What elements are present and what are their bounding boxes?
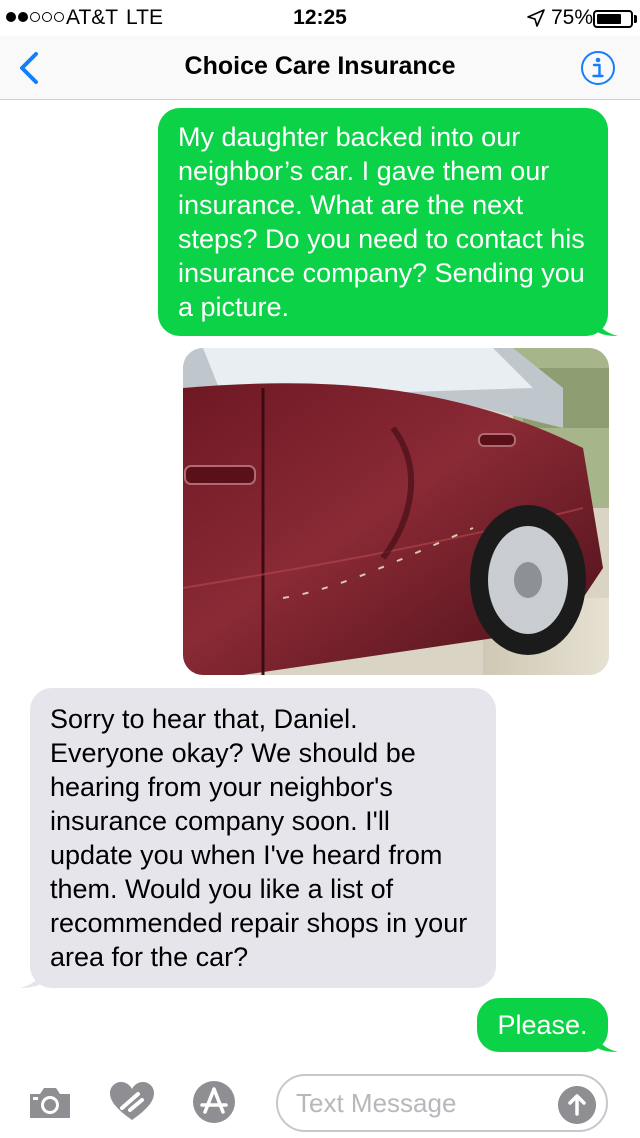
message-input-bar xyxy=(0,1062,640,1138)
conversation-header: Choice Care Insurance xyxy=(0,36,640,100)
location-arrow-icon xyxy=(527,9,545,27)
message-text: My daughter backed into our neighbor’s c… xyxy=(178,122,585,322)
received-message-bubble[interactable]: Sorry to hear that, Daniel. Everyone oka… xyxy=(20,688,496,988)
car-damage-photo[interactable] xyxy=(183,348,609,675)
text-message-field[interactable] xyxy=(276,1074,608,1132)
sent-message-bubble[interactable]: My daughter backed into our neighbor’s c… xyxy=(158,108,618,336)
message-text: Sorry to hear that, Daniel. Everyone oka… xyxy=(50,704,468,972)
bubble-tail xyxy=(592,1026,618,1052)
sent-message-bubble[interactable]: Please. xyxy=(477,998,618,1052)
status-bar: AT&T LTE 12:25 75% xyxy=(0,0,640,36)
camera-icon[interactable] xyxy=(26,1080,74,1124)
contact-name[interactable]: Choice Care Insurance xyxy=(0,52,640,81)
battery-tip xyxy=(634,15,637,23)
battery-level-fill xyxy=(597,14,621,24)
send-arrow-icon[interactable] xyxy=(558,1086,596,1124)
bubble-tail xyxy=(592,310,618,336)
battery-percent: 75% xyxy=(551,6,594,29)
app-store-icon[interactable] xyxy=(190,1080,238,1124)
digital-touch-heart-icon[interactable] xyxy=(108,1080,156,1124)
bubble-tail xyxy=(20,962,46,988)
message-input[interactable] xyxy=(296,1084,546,1122)
battery-icon xyxy=(593,10,633,28)
info-icon[interactable] xyxy=(580,50,616,86)
message-text: Please. xyxy=(497,1010,588,1040)
